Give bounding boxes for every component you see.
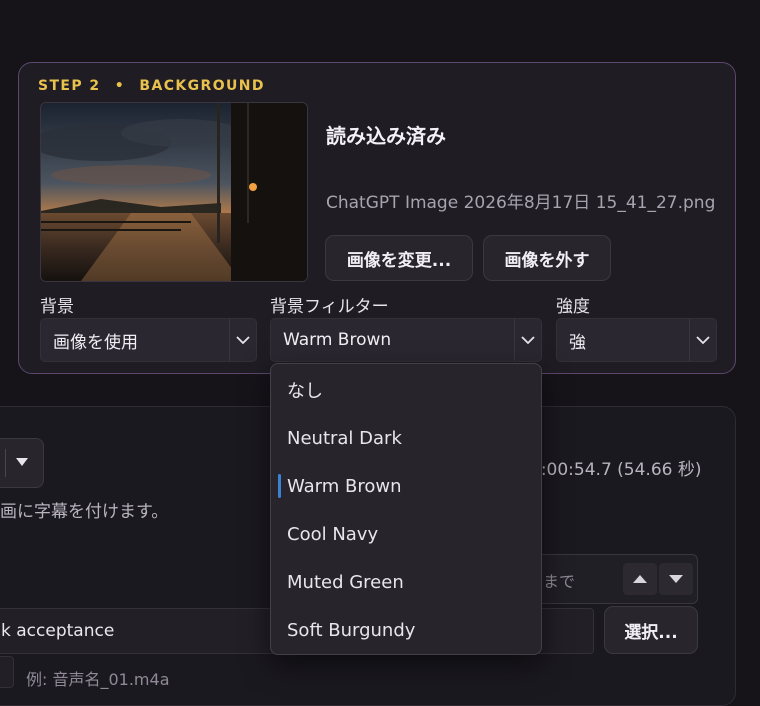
- filter-option-label: Cool Navy: [287, 523, 379, 545]
- chevron-down-icon: [229, 319, 256, 361]
- filter-select[interactable]: Warm Brown: [270, 318, 542, 362]
- strength-select[interactable]: 強: [556, 318, 717, 362]
- step-name: BACKGROUND: [139, 78, 265, 94]
- filter-option-label: Warm Brown: [287, 475, 402, 497]
- filter-option[interactable]: Muted Green: [271, 558, 541, 606]
- filter-option[interactable]: なし: [271, 366, 541, 414]
- chevron-down-icon: [514, 319, 541, 361]
- background-select[interactable]: 画像を使用: [40, 318, 257, 362]
- filter-label: 背景フィルター: [270, 297, 389, 317]
- background-label: 背景: [40, 297, 74, 317]
- change-image-button[interactable]: 画像を変更...: [325, 235, 473, 281]
- range-suffix: まで: [543, 572, 576, 591]
- image-status: 読み込み済み: [326, 124, 446, 148]
- filter-option-label: Soft Burgundy: [287, 619, 416, 641]
- filter-option-label: なし: [287, 381, 323, 402]
- filter-select-value: Warm Brown: [283, 330, 392, 350]
- duration-text: 0:00:54.7 (54.66 秒): [530, 460, 702, 480]
- range-down-button[interactable]: [659, 563, 693, 595]
- split-dropdown-button[interactable]: [0, 438, 44, 488]
- description-text: 画に字幕を付けます。: [0, 502, 169, 522]
- strength-label: 強度: [556, 297, 590, 317]
- background-image-thumbnail: [40, 102, 308, 282]
- background-select-value: 画像を使用: [53, 332, 138, 353]
- step-number: STEP 2: [38, 78, 101, 94]
- filter-option-label: Neutral Dark: [287, 427, 402, 449]
- triangle-down-icon: [669, 575, 683, 583]
- select-file-button[interactable]: 選択...: [604, 606, 698, 654]
- range-field[interactable]: まで: [520, 554, 698, 604]
- filter-option[interactable]: Soft Burgundy: [271, 606, 541, 654]
- strength-select-value: 強: [569, 332, 586, 353]
- chevron-down-icon: [689, 319, 716, 361]
- placeholder-text: 例: 音声名_01.m4a: [26, 670, 170, 689]
- filter-option-label: Muted Green: [287, 571, 404, 593]
- range-up-button[interactable]: [623, 563, 657, 595]
- filter-option[interactable]: Neutral Dark: [271, 414, 541, 462]
- image-filename: ChatGPT Image 2026年8月17日 15_41_27.png: [326, 193, 716, 213]
- small-dropdown[interactable]: [0, 656, 14, 688]
- triangle-up-icon: [633, 575, 647, 583]
- remove-image-button[interactable]: 画像を外す: [483, 235, 611, 281]
- filter-option-selected[interactable]: Warm Brown: [271, 462, 541, 510]
- step-separator: •: [114, 78, 126, 94]
- triangle-down-icon: [16, 458, 28, 466]
- filter-option[interactable]: Cool Navy: [271, 510, 541, 558]
- step-header: STEP 2 • BACKGROUND: [38, 78, 265, 94]
- name-input-value: k acceptance: [1, 621, 115, 641]
- filter-dropdown-list: なし Neutral Dark Warm Brown Cool Navy Mut…: [270, 363, 542, 655]
